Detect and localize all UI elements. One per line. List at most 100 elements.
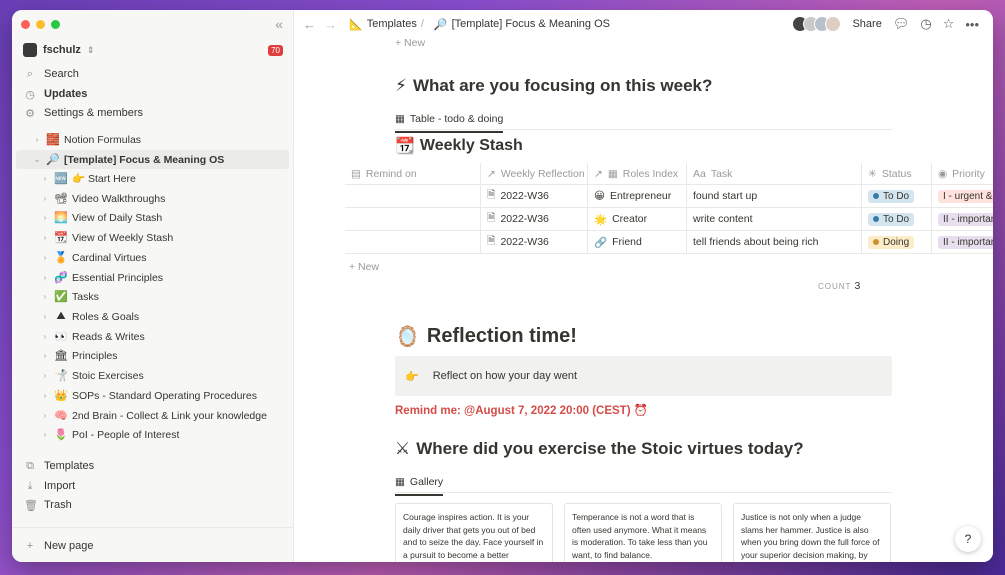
cell-priority[interactable]: II - importar	[932, 208, 993, 230]
gallery-card-temperance[interactable]: Temperance is not a word that is often u…	[564, 503, 722, 562]
cell-roles-index[interactable]: 🔗 Friend	[588, 231, 687, 253]
gallery-card-courage[interactable]: Courage inspires action. It is your dail…	[395, 503, 553, 562]
column-header-roles-index[interactable]: ↗ ▦ Roles Index	[588, 163, 687, 184]
chevron-right-icon[interactable]: ›	[40, 351, 50, 360]
cell-remind-on[interactable]	[345, 231, 481, 253]
chevron-right-icon[interactable]: ›	[40, 253, 50, 262]
column-header-weekly-reflection[interactable]: ↗ Weekly Reflection	[481, 163, 588, 184]
sidebar-item-page[interactable]: › 🧬 Essential Principles	[40, 268, 289, 287]
cell-status[interactable]: Doing	[862, 231, 932, 253]
ruler-icon: 📐	[349, 18, 363, 31]
callout[interactable]: 👉 Reflect on how your day went	[395, 356, 892, 396]
cell-priority[interactable]: I - urgent &	[932, 185, 993, 207]
sidebar-item-page[interactable]: › 🏅 Cardinal Virtues	[40, 248, 289, 267]
forward-arrow-icon[interactable]: →	[324, 17, 337, 32]
weekly-stash-heading[interactable]: 📆 Weekly Stash	[395, 136, 895, 156]
chevron-right-icon[interactable]: ›	[40, 233, 50, 242]
cell-weekly-reflection[interactable]: 🗎 2022-W36	[481, 231, 588, 253]
chevron-right-icon[interactable]: ›	[40, 213, 50, 222]
star-icon[interactable]: ☆	[943, 16, 955, 32]
workspace-switcher[interactable]: fschulz ⇕	[23, 43, 94, 57]
sidebar-item-import[interactable]: ⤓ Import	[24, 477, 76, 495]
sidebar-item-page[interactable]: › 🧱 Notion Formulas	[32, 130, 289, 149]
cell-task[interactable]: tell friends about being rich	[687, 231, 862, 253]
column-label: Task	[710, 167, 733, 180]
sidebar-item-page[interactable]: ⌄ 🔎 [Template] Focus & Meaning OS	[16, 150, 289, 169]
count-footer[interactable]: COUNT 3	[818, 280, 860, 292]
table-row[interactable]: 🗎 2022-W36 🌟 Creator write content To Do II - …	[345, 208, 993, 231]
chevron-right-icon[interactable]: ›	[40, 194, 50, 203]
column-header-task[interactable]: Aa Task	[687, 163, 862, 184]
sidebar-item-page[interactable]: › 📽 Video Walkthroughs	[40, 189, 289, 208]
cell-weekly-reflection[interactable]: 🗎 2022-W36	[481, 208, 588, 230]
sidebar-item-page[interactable]: › 🏛 Principles	[40, 346, 289, 365]
cell-priority[interactable]: II - importar	[932, 231, 993, 253]
weekly-stash-table: ▤ Remind on ↗ Weekly Reflection ↗ ▦ Roles In…	[345, 163, 993, 280]
history-icon[interactable]: ◷	[920, 16, 931, 32]
chevron-right-icon[interactable]: ›	[40, 332, 50, 341]
column-header-status[interactable]: ✳ Status	[862, 163, 932, 184]
chevron-right-icon[interactable]: ›	[40, 411, 50, 420]
comment-icon[interactable]: 💬︎	[893, 16, 910, 32]
chevron-right-icon[interactable]: ›	[40, 312, 50, 321]
table-new-button[interactable]: + New	[345, 254, 993, 280]
cell-status[interactable]: To Do	[862, 208, 932, 230]
breadcrumb[interactable]: 📐 Templates	[349, 18, 417, 31]
sidebar-item-label: View of Weekly Stash	[72, 231, 174, 244]
cell-roles-index[interactable]: 🌟 Creator	[588, 208, 687, 230]
sidebar-item-page[interactable]: › 👀 Reads & Writes	[40, 327, 289, 346]
chevron-right-icon[interactable]: ›	[40, 371, 50, 380]
table-row[interactable]: 🗎 2022-W36 🔗 Friend tell friends about being…	[345, 231, 993, 254]
chevron-right-icon[interactable]: ›	[40, 273, 50, 282]
cell-roles-index[interactable]: 😀 Entrepreneur	[588, 185, 687, 207]
zoom-window-button[interactable]	[51, 20, 60, 29]
cell-remind-on[interactable]	[345, 185, 481, 207]
page-emoji-icon: 🏅	[54, 252, 68, 264]
chevron-right-icon[interactable]: ›	[40, 174, 50, 183]
sidebar-item-settings[interactable]: ⚙ Settings & members	[24, 104, 143, 122]
sidebar-item-page[interactable]: › 📆 View of Weekly Stash	[40, 228, 289, 247]
sidebar-item-page[interactable]: › 🧠 2nd Brain - Collect & Link your knowle…	[40, 406, 289, 425]
sidebar-item-page[interactable]: › ✅ Tasks	[40, 287, 289, 306]
minimize-window-button[interactable]	[36, 20, 45, 29]
table-row[interactable]: 🗎 2022-W36 😀 Entrepreneur found start up To D…	[345, 185, 993, 208]
share-button[interactable]: Share	[852, 18, 881, 30]
new-page-button[interactable]: + New page	[24, 537, 94, 555]
tab-gallery[interactable]: ▦ Gallery	[395, 476, 444, 496]
back-arrow-icon[interactable]: ←	[303, 17, 316, 32]
chevron-down-icon[interactable]: ⌄	[32, 155, 42, 164]
cell-status[interactable]: To Do	[862, 185, 932, 207]
new-item-button[interactable]: + New	[395, 37, 895, 49]
reminder-mention[interactable]: Remind me: @August 7, 2022 20:00 (CEST) …	[395, 403, 648, 417]
column-header-priority[interactable]: ◉ Priority	[932, 163, 993, 184]
relation-arrow-icon: ↗	[594, 167, 603, 180]
more-icon[interactable]: •••	[965, 17, 979, 32]
sidebar-item-page[interactable]: › 🆕 👉 Start Here	[40, 169, 289, 188]
sidebar-item-page[interactable]: › 🤺 Stoic Exercises	[40, 366, 289, 385]
page-emoji-icon: 🔎	[46, 154, 60, 166]
tab-table[interactable]: ▦ Table - todo & doing	[395, 113, 504, 133]
sidebar-item-search[interactable]: ⌕ Search	[24, 65, 79, 83]
column-header-remind-on[interactable]: ▤ Remind on	[345, 163, 481, 184]
cell-task[interactable]: write content	[687, 208, 862, 230]
help-button[interactable]: ?	[955, 526, 981, 552]
gallery-card-justice[interactable]: Justice is not only when a judge slams h…	[733, 503, 891, 562]
close-window-button[interactable]	[21, 20, 30, 29]
cell-remind-on[interactable]	[345, 208, 481, 230]
sidebar-item-page[interactable]: › 🌷 PoI - People of Interest	[40, 425, 289, 444]
breadcrumb-current[interactable]: 🔎 [Template] Focus & Meaning OS	[434, 18, 610, 31]
sidebar-item-page[interactable]: › 🌅 View of Daily Stash	[40, 208, 289, 227]
cell-weekly-reflection[interactable]: 🗎 2022-W36	[481, 185, 588, 207]
cell-task[interactable]: found start up	[687, 185, 862, 207]
chevron-right-icon[interactable]: ›	[40, 430, 50, 439]
sidebar-item-page[interactable]: › ⛰ Roles & Goals	[40, 307, 289, 326]
sidebar-item-page[interactable]: › 👑 SOPs - Standard Operating Procedures	[40, 386, 289, 405]
sidebar-item-templates[interactable]: ⧉ Templates	[24, 457, 94, 475]
collaborator-avatars[interactable]	[792, 16, 842, 32]
chevron-right-icon[interactable]: ›	[40, 292, 50, 301]
chevron-right-icon[interactable]: ›	[40, 391, 50, 400]
chevron-right-icon[interactable]: ›	[32, 135, 42, 144]
sidebar-item-trash[interactable]: 🗑 Trash	[24, 496, 72, 514]
collapse-sidebar-icon[interactable]: «	[275, 16, 283, 32]
sidebar-item-updates[interactable]: ◷ Updates	[24, 85, 87, 103]
